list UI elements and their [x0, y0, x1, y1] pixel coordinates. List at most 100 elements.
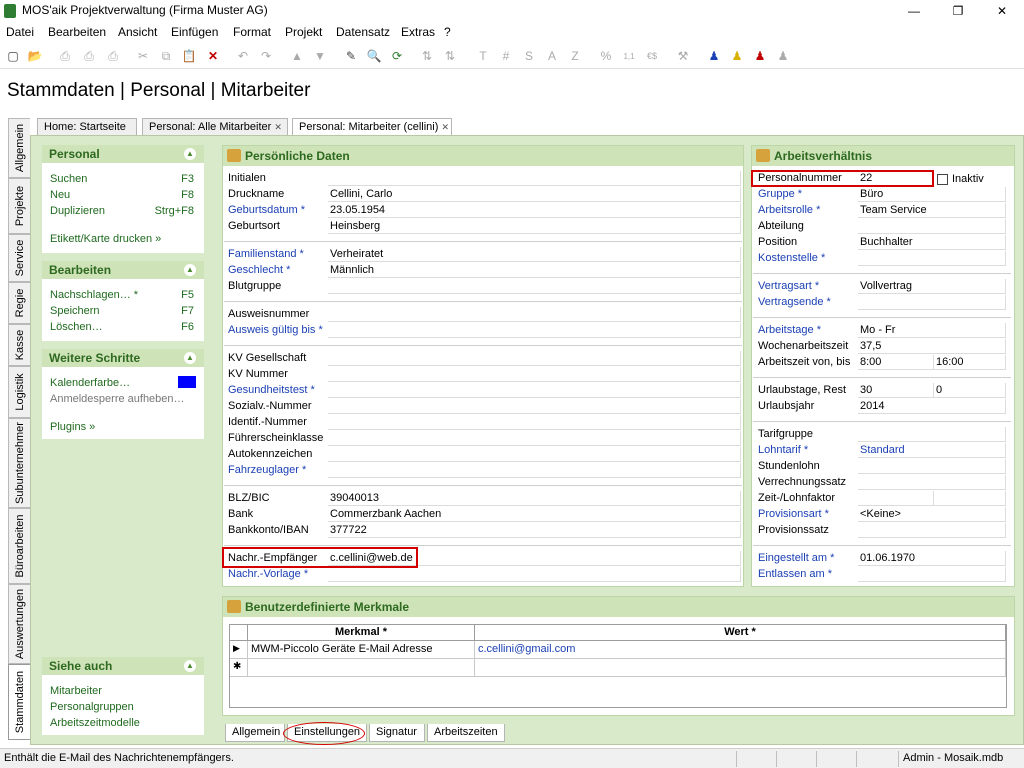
- av-provart-field[interactable]: <Keine>: [858, 507, 1006, 522]
- col-header-merkmal[interactable]: Merkmal *: [248, 625, 475, 641]
- av-vertragsart-label[interactable]: Vertragsart *: [758, 280, 819, 292]
- copy-icon[interactable]: ⧉: [157, 47, 175, 65]
- av-gruppe-field[interactable]: Büro: [858, 187, 1006, 202]
- row-selector-icon[interactable]: ▶: [230, 641, 248, 659]
- z-format-icon[interactable]: Z: [566, 47, 584, 65]
- av-kosten-field[interactable]: [858, 251, 1006, 266]
- text-format-icon[interactable]: T: [474, 47, 492, 65]
- av-entlassen-field[interactable]: [858, 567, 1006, 582]
- tab-home[interactable]: Home: Startseite: [37, 118, 137, 136]
- undo-icon[interactable]: ↶: [234, 47, 252, 65]
- sum-format-icon[interactable]: S: [520, 47, 538, 65]
- av-urlaubsjahr-field[interactable]: 2014: [858, 399, 1006, 414]
- percent-icon[interactable]: %: [597, 47, 615, 65]
- av-gruppe-label[interactable]: Gruppe *: [758, 188, 802, 200]
- btab-signatur[interactable]: Signatur: [369, 724, 425, 742]
- new-cell-merkmal[interactable]: [248, 659, 475, 677]
- av-tage-label[interactable]: Arbeitstage *: [758, 324, 821, 336]
- close-tab-icon[interactable]: ✕: [441, 122, 449, 132]
- collapse-icon[interactable]: ▲: [184, 148, 196, 160]
- a-format-icon[interactable]: A: [543, 47, 561, 65]
- collapse-icon[interactable]: ▲: [184, 660, 196, 672]
- av-rolle-field[interactable]: Team Service: [858, 203, 1006, 218]
- link-mitarbeiter[interactable]: Mitarbeiter: [50, 685, 102, 697]
- menu-ansicht[interactable]: Ansicht: [118, 25, 157, 39]
- sort-asc-icon[interactable]: ⇅: [418, 47, 436, 65]
- av-provart-label[interactable]: Provisionsart *: [758, 508, 829, 520]
- av-stundenlohn-field[interactable]: [858, 459, 1006, 474]
- panel-personal-header[interactable]: Personal ▲: [42, 145, 204, 163]
- cell-merkmal[interactable]: MWM-Piccolo Geräte E-Mail Adresse: [248, 641, 475, 659]
- link-arbeitszeitmodelle[interactable]: Arbeitszeitmodelle: [50, 717, 140, 729]
- find-icon[interactable]: 🔍: [365, 47, 383, 65]
- av-wochen-field[interactable]: 37,5: [858, 339, 1006, 354]
- vtab-allgemein[interactable]: Allgemein: [8, 118, 30, 178]
- minimize-button[interactable]: —: [892, 0, 936, 22]
- menu-bearbeiten[interactable]: Bearbeiten: [48, 25, 106, 39]
- sort-desc-icon[interactable]: ⇅: [441, 47, 459, 65]
- av-vertragsende-label[interactable]: Vertragsende *: [758, 296, 831, 308]
- av-vertragsart-field[interactable]: Vollvertrag: [858, 279, 1006, 294]
- new-row-icon[interactable]: ✱: [230, 659, 248, 677]
- tools-icon[interactable]: ⚒: [674, 47, 692, 65]
- user-red-icon[interactable]: ♟: [751, 47, 769, 65]
- menu-datei[interactable]: Datei: [6, 25, 34, 39]
- btab-arbeitszeiten[interactable]: Arbeitszeiten: [427, 724, 505, 742]
- av-verrechnung-field[interactable]: [858, 475, 1006, 490]
- av-zeit-bis-field[interactable]: 16:00: [934, 355, 1006, 370]
- av-position-field[interactable]: Buchhalter: [858, 235, 1006, 250]
- up-icon[interactable]: ▲: [288, 47, 306, 65]
- user-blue-icon[interactable]: ♟: [705, 47, 723, 65]
- tab-alle-mitarbeiter[interactable]: Personal: Alle Mitarbeiter ✕: [142, 118, 288, 136]
- close-button[interactable]: ✕: [980, 0, 1024, 22]
- close-tab-icon[interactable]: ✕: [274, 122, 282, 132]
- av-lohntarif-label[interactable]: Lohntarif *: [758, 444, 808, 456]
- panel-siehe-header[interactable]: Siehe auch ▲: [42, 657, 204, 675]
- maximize-button[interactable]: ❐: [936, 0, 980, 22]
- av-lohntarif-field[interactable]: Standard: [858, 443, 1006, 458]
- av-eingestellt-label[interactable]: Eingestellt am *: [758, 552, 834, 564]
- av-zeit-von-field[interactable]: 8:00: [858, 355, 934, 370]
- av-vertragsende-field[interactable]: [858, 295, 1006, 310]
- edit-icon[interactable]: ✎: [342, 47, 360, 65]
- av-urlaub-tage-field[interactable]: 30: [858, 383, 934, 398]
- link-personalgruppen[interactable]: Personalgruppen: [50, 701, 134, 713]
- menu-einfuegen[interactable]: Einfügen: [171, 25, 218, 39]
- vtab-stammdaten[interactable]: Stammdaten: [8, 664, 30, 740]
- paste-icon[interactable]: 📋: [180, 47, 198, 65]
- currency-icon[interactable]: €$: [643, 47, 661, 65]
- menu-datensatz[interactable]: Datensatz: [336, 25, 390, 39]
- av-tarif-field[interactable]: [858, 427, 1006, 442]
- av-kosten-label[interactable]: Kostenstelle *: [758, 252, 825, 264]
- new-icon[interactable]: ▢: [4, 47, 22, 65]
- cell-wert[interactable]: c.cellini@gmail.com: [475, 641, 1006, 659]
- cut-icon[interactable]: ✂: [134, 47, 152, 65]
- menu-format[interactable]: Format: [233, 25, 271, 39]
- av-urlaub-rest-field[interactable]: 0: [934, 383, 1006, 398]
- vtab-auswertungen[interactable]: Auswertungen: [8, 584, 30, 664]
- inaktiv-checkbox[interactable]: [937, 174, 948, 185]
- menu-help[interactable]: ?: [444, 25, 451, 39]
- user-gray-icon[interactable]: ♟: [774, 47, 792, 65]
- av-abteilung-field[interactable]: [858, 219, 1006, 234]
- redo-icon[interactable]: ↷: [257, 47, 275, 65]
- decimal-icon[interactable]: 1,1: [620, 47, 638, 65]
- av-faktor-field-2[interactable]: [934, 491, 1006, 506]
- col-header-wert[interactable]: Wert *: [475, 625, 1006, 641]
- btab-allgemein[interactable]: Allgemein: [225, 724, 285, 742]
- print-settings-icon[interactable]: ⎙: [104, 47, 122, 65]
- menu-extras[interactable]: Extras: [401, 25, 435, 39]
- tab-mitarbeiter-cellini[interactable]: Personal: Mitarbeiter (cellini) ✕: [292, 118, 452, 136]
- av-faktor-field[interactable]: [858, 491, 934, 506]
- number-format-icon[interactable]: #: [497, 47, 515, 65]
- menu-projekt[interactable]: Projekt: [285, 25, 322, 39]
- av-tage-field[interactable]: Mo - Fr: [858, 323, 1006, 338]
- new-cell-wert[interactable]: [475, 659, 1006, 677]
- user-yellow-icon[interactable]: ♟: [728, 47, 746, 65]
- av-eingestellt-field[interactable]: 01.06.1970: [858, 551, 1006, 566]
- refresh-icon[interactable]: ⟳: [388, 47, 406, 65]
- av-rolle-label[interactable]: Arbeitsrolle *: [758, 204, 820, 216]
- down-icon[interactable]: ▼: [311, 47, 329, 65]
- av-provsatz-field[interactable]: [858, 523, 1006, 538]
- print-preview-icon[interactable]: ⎙: [56, 47, 74, 65]
